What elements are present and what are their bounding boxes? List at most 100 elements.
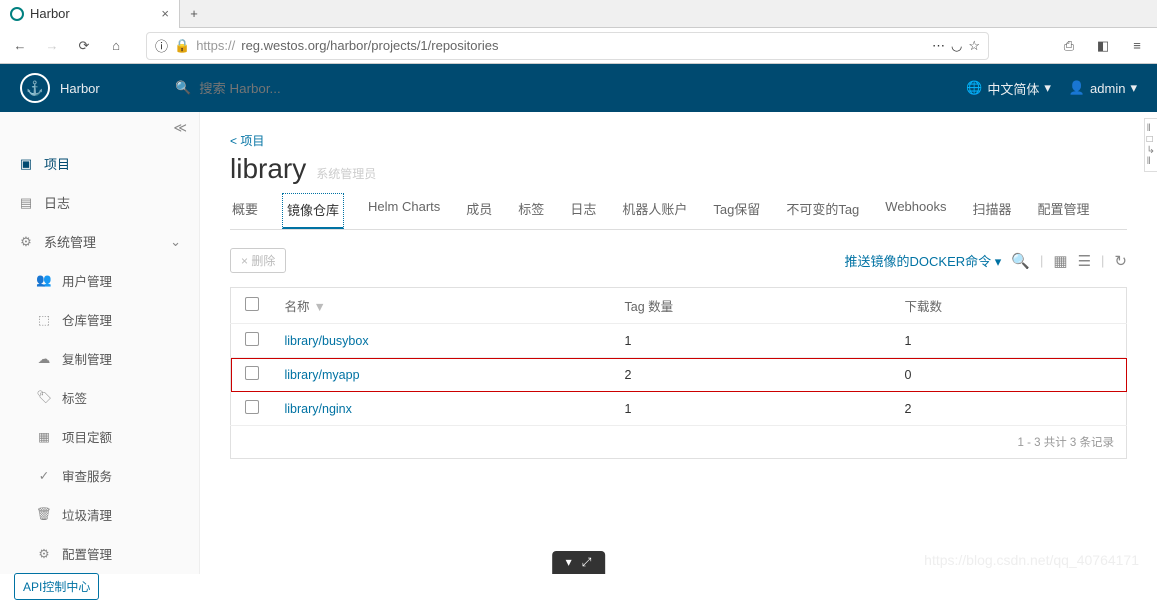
gear-icon: ⚙ <box>18 234 34 250</box>
user-icon: 👤 <box>1069 80 1085 96</box>
address-bar[interactable]: ⓘ 🔒 https:// reg.westos.org/harbor/projec… <box>146 32 989 60</box>
language-selector[interactable]: 🌐 中文简体 ▾ <box>966 79 1051 98</box>
tab-1[interactable]: 镜像仓库 <box>282 193 344 229</box>
sidebar-label: 系统管理 <box>44 232 96 251</box>
row-checkbox[interactable] <box>245 400 259 414</box>
card-view-icon[interactable]: ▦ <box>1053 252 1067 270</box>
row-checkbox[interactable] <box>245 366 259 380</box>
forward-button[interactable]: → <box>40 34 64 58</box>
tab-9[interactable]: Webhooks <box>883 193 948 229</box>
tab-7[interactable]: Tag保留 <box>711 193 762 229</box>
header-search[interactable]: 🔍 <box>175 80 966 96</box>
sidebar-label: 审查服务 <box>62 466 112 485</box>
sidebar-item-config[interactable]: ⚙ 配置管理 <box>0 534 199 573</box>
delete-button[interactable]: × 删除 <box>230 248 286 273</box>
sidebar-label: 仓库管理 <box>62 310 112 329</box>
url-text: reg.westos.org/harbor/projects/1/reposit… <box>241 38 498 53</box>
trash-icon: 🗑 <box>36 507 52 522</box>
tab-5[interactable]: 日志 <box>568 193 598 229</box>
search-icon[interactable]: 🔍 <box>1011 252 1030 270</box>
tag-count: 1 <box>613 324 893 358</box>
table-row[interactable]: library/myapp20 <box>231 358 1127 392</box>
table-row[interactable]: library/busybox11 <box>231 324 1127 358</box>
reload-button[interactable]: ⟳ <box>72 34 96 58</box>
new-tab-button[interactable]: + <box>180 6 208 21</box>
search-icon: 🔍 <box>175 80 191 96</box>
url-protocol: https:// <box>196 38 235 53</box>
collapse-sidebar-icon[interactable]: ≪ <box>0 112 199 144</box>
sidebar-item-logs[interactable]: ▤ 日志 <box>0 183 199 222</box>
sort-icon[interactable]: ▼ <box>314 300 326 314</box>
sidebar-label: 垃圾清理 <box>62 505 112 524</box>
config-icon: ⚙ <box>36 546 52 561</box>
sidebar-item-projects[interactable]: ▣ 项目 <box>0 144 199 183</box>
col-pulls[interactable]: 下载数 <box>893 288 1127 324</box>
tab-3[interactable]: 成员 <box>464 193 494 229</box>
sidebar-item-gc[interactable]: 🗑 垃圾清理 <box>0 495 199 534</box>
pocket-icon[interactable]: ◡ <box>951 38 962 54</box>
sidebar-label: 标签 <box>62 388 87 407</box>
tab-6[interactable]: 机器人账户 <box>620 193 689 229</box>
tab-title: Harbor <box>30 6 70 21</box>
tab-2[interactable]: Helm Charts <box>366 193 442 229</box>
sidebar-toggle-icon[interactable]: ◧ <box>1091 34 1115 58</box>
sidebar-item-repos[interactable]: ⬚ 仓库管理 <box>0 300 199 339</box>
tag-icon: 🏷 <box>36 390 52 405</box>
browser-tab-strip: Harbor × + <box>0 0 1157 28</box>
chevron-down-icon: ⌄ <box>170 234 181 250</box>
browser-toolbar: ← → ⟳ ⌂ ⓘ 🔒 https:// reg.westos.org/harbo… <box>0 28 1157 64</box>
repositories-table: 名称▼ Tag 数量 下载数 library/busybox11library/… <box>230 287 1127 426</box>
cube-icon: ⬚ <box>36 312 52 327</box>
select-all-checkbox[interactable] <box>245 297 259 311</box>
home-button[interactable]: ⌂ <box>104 34 128 58</box>
table-toolbar: × 删除 推送镜像的DOCKER命令 ▾ 🔍 | ▦ ☰ | ↻ <box>230 248 1127 273</box>
col-tags[interactable]: Tag 数量 <box>613 288 893 324</box>
more-icon[interactable]: ⋯ <box>932 38 945 54</box>
sidebar-item-users[interactable]: 👥用户管理 <box>0 261 199 300</box>
user-menu[interactable]: 👤 admin ▾ <box>1069 80 1137 96</box>
bookmark-icon[interactable]: ☆ <box>968 38 980 54</box>
sidebar: ≪ ▣ 项目 ▤ 日志 ⚙ 系统管理 ⌄ 👥用户管理 ⬚ 仓库管理 ☁复制管理 🏷… <box>0 112 200 574</box>
table-row[interactable]: library/nginx12 <box>231 392 1127 426</box>
tab-4[interactable]: 标签 <box>516 193 546 229</box>
tag-count: 1 <box>613 392 893 426</box>
tab-11[interactable]: 配置管理 <box>1035 193 1091 229</box>
tab-0[interactable]: 概要 <box>230 193 260 229</box>
sidebar-label: 配置管理 <box>62 544 112 563</box>
search-input[interactable] <box>199 81 399 96</box>
sidebar-item-admin[interactable]: ⚙ 系统管理 ⌄ <box>0 222 199 261</box>
browser-tab[interactable]: Harbor × <box>0 0 180 28</box>
sidebar-item-quota[interactable]: ▦项目定额 <box>0 417 199 456</box>
repo-name-link[interactable]: library/busybox <box>273 324 613 358</box>
back-button[interactable]: ← <box>8 34 32 58</box>
col-name[interactable]: 名称 <box>285 300 310 314</box>
repo-name-link[interactable]: library/myapp <box>273 358 613 392</box>
list-view-icon[interactable]: ☰ <box>1078 252 1091 270</box>
tab-10[interactable]: 扫描器 <box>970 193 1013 229</box>
right-clip-tab[interactable]: ‖□↳‖ <box>1144 118 1157 172</box>
logs-icon: ▤ <box>18 195 34 211</box>
menu-icon[interactable]: ≡ <box>1125 34 1149 58</box>
sidebar-item-replication[interactable]: ☁复制管理 <box>0 339 199 378</box>
refresh-icon[interactable]: ↻ <box>1114 252 1127 270</box>
bottom-control[interactable]: ▾ ⤢ <box>552 551 606 574</box>
pull-count: 2 <box>893 392 1127 426</box>
push-command-link[interactable]: 推送镜像的DOCKER命令 ▾ <box>845 251 1002 270</box>
shield-icon: ⓘ <box>155 36 168 55</box>
lock-icon: 🔒 <box>174 38 190 54</box>
tag-count: 2 <box>613 358 893 392</box>
sidebar-label: 项目 <box>44 154 70 173</box>
quota-icon: ▦ <box>36 429 52 444</box>
language-label: 中文简体 <box>987 79 1039 98</box>
logo-area[interactable]: ⚓ Harbor <box>20 73 175 103</box>
library-icon[interactable]: ⎙ <box>1057 34 1081 58</box>
repo-name-link[interactable]: library/nginx <box>273 392 613 426</box>
sidebar-item-audit[interactable]: ✓审查服务 <box>0 456 199 495</box>
brand-name: Harbor <box>60 81 100 96</box>
tab-8[interactable]: 不可变的Tag <box>784 193 861 229</box>
breadcrumb-back[interactable]: < 项目 <box>230 132 1127 149</box>
sidebar-item-labels[interactable]: 🏷 标签 <box>0 378 199 417</box>
close-tab-icon[interactable]: × <box>161 6 169 21</box>
api-control-button[interactable]: API控制中心 <box>14 573 99 600</box>
row-checkbox[interactable] <box>245 332 259 346</box>
